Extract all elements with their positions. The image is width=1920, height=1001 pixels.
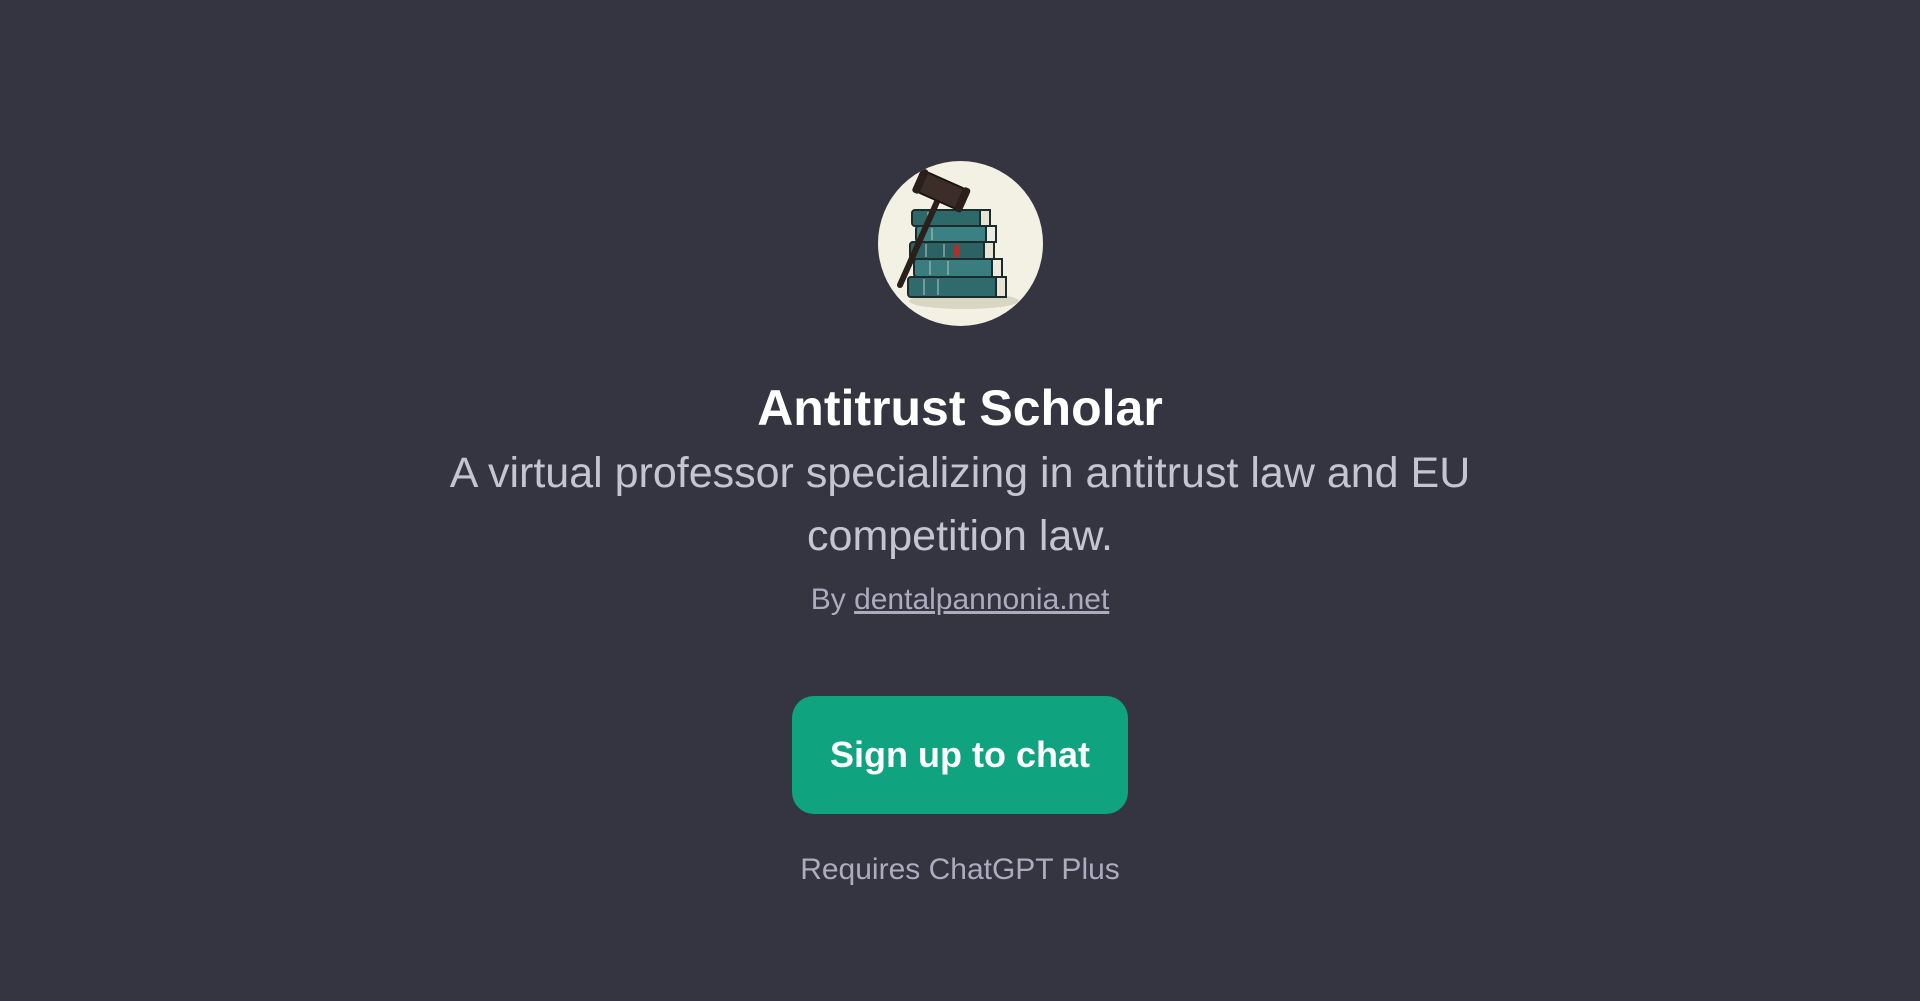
- author-link[interactable]: dentalpannonia.net: [854, 583, 1109, 616]
- gpt-title: Antitrust Scholar: [757, 380, 1163, 436]
- author-byline: By dentalpannonia.net: [811, 580, 1110, 620]
- sign-up-to-chat-button[interactable]: Sign up to chat: [792, 696, 1128, 814]
- gpt-description: A virtual professor specializing in anti…: [449, 449, 1471, 560]
- byline-prefix: By: [810, 583, 846, 616]
- gpt-avatar: [877, 161, 1043, 326]
- gpt-profile: Antitrust Scholar A virtual professor sp…: [0, 0, 1920, 890]
- law-books-gavel-icon: [896, 168, 1019, 309]
- gpt-landing-page: Antitrust Scholar A virtual professor sp…: [0, 0, 1920, 1001]
- requires-plus-note: Requires ChatGPT Plus: [800, 853, 1120, 886]
